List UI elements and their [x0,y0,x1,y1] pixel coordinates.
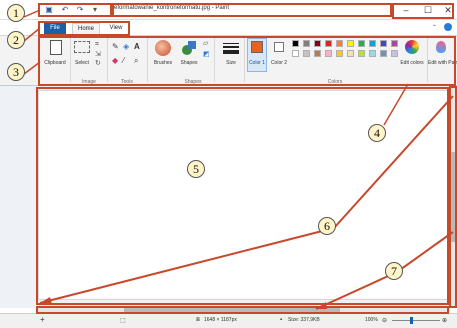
annotation-2: 2 [7,31,25,49]
annotation-6: 6 [318,217,336,235]
annotation-1: 1 [7,4,25,22]
annotation-4: 4 [368,124,386,142]
annotation-arrows [23,9,454,310]
annotation-7: 7 [385,262,403,280]
annotation-5: 5 [187,160,205,178]
annotation-3: 3 [7,63,25,81]
